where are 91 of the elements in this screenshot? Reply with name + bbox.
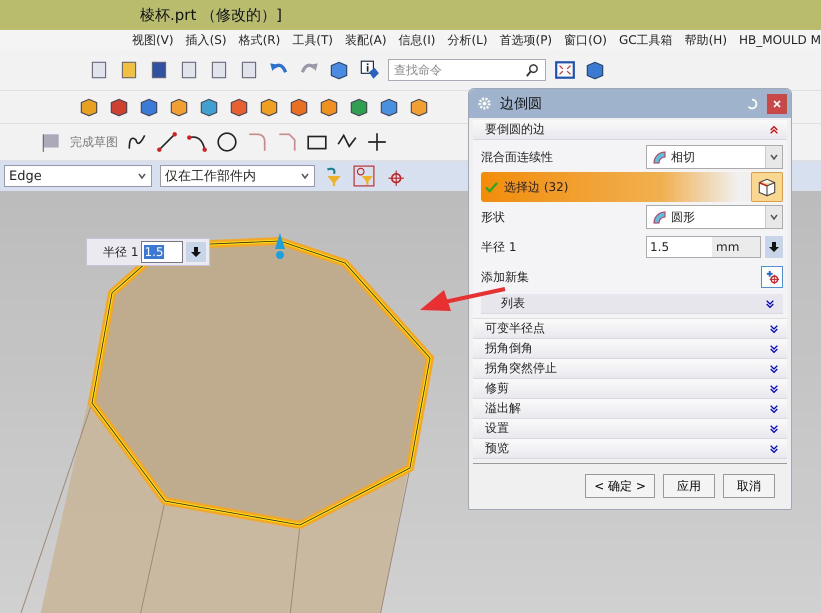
add-set-button[interactable] [761,266,783,288]
section-header[interactable]: 设置 [473,419,787,439]
cube-icon[interactable] [138,96,160,118]
cube-icon[interactable] [348,96,370,118]
caret-icon [137,171,147,181]
fit-view-icon[interactable] [554,59,576,81]
dropdown-button[interactable] [765,206,782,228]
cube-icon[interactable] [198,96,220,118]
chevron-icon [769,382,779,394]
section-header[interactable]: 可变半径点 [473,319,787,339]
cube-icon[interactable] [318,96,340,118]
menu-item[interactable]: 窗口(O) [564,32,607,48]
dropdown-button[interactable] [765,146,782,168]
cube-icon[interactable] [288,96,310,118]
radius-input[interactable]: 1.5 [141,241,184,263]
menu-item[interactable]: 插入(S) [186,32,227,48]
finish-sketch-button[interactable]: 完成草图 [70,134,118,150]
scope-dropdown[interactable]: 仅在工作部件内 [160,165,315,187]
chevron-icon [769,362,779,374]
caret-icon [769,212,779,222]
menu-item[interactable]: 视图(V) [132,32,174,48]
close-icon [772,98,782,108]
menu-item[interactable]: 信息(I) [398,32,436,48]
select-edge-row[interactable]: 选择边 (32) [481,172,783,202]
chevron-icon [769,342,779,354]
window-title: 棱杯.prt （修改的）] [140,6,282,24]
unit-label: mm [712,237,760,257]
field-label: 混合面连续性 [481,148,553,166]
cube-icon[interactable] [78,96,100,118]
section-header[interactable]: 溢出解 [473,399,787,419]
type-filter-dropdown[interactable]: Edge [4,165,152,187]
caret-icon [300,171,310,181]
circle-icon[interactable] [216,131,238,153]
chevron-icon [769,402,779,414]
cube-icon[interactable] [328,59,350,81]
radius-icon [651,209,667,225]
section-header[interactable]: 拐角突然停止 [473,359,787,379]
menu-item[interactable]: HB_MOULD M [739,33,821,47]
field-label: 形状 [481,208,505,226]
search-field[interactable]: 查找命令 [388,59,546,81]
line-icon[interactable] [156,131,178,153]
apply-button[interactable]: 应用 [663,474,715,498]
radius-field[interactable]: 1.5 mm [646,236,761,258]
crosshair-icon [764,270,780,284]
radius-label: 半径 1 [103,244,138,260]
section-header[interactable]: 拐角倒角 [473,339,787,359]
chevron-icon [765,298,775,310]
check-icon [485,180,498,194]
chevron-icon [769,124,779,136]
field-label: 添加新集 [481,268,529,286]
cancel-button[interactable]: 取消 [723,474,775,498]
cube-icon[interactable] [408,96,430,118]
info-icon[interactable] [358,59,380,81]
chevron-icon [769,422,779,434]
dialog-title: 边倒圆 [500,94,543,112]
down-arrow-icon [768,241,780,253]
cube-icon[interactable] [108,96,130,118]
cube-icon [756,176,778,198]
tangent-icon [651,149,667,165]
chevron-icon [769,442,779,454]
menu-item[interactable]: GC工具箱 [618,32,673,48]
section-header[interactable]: 预览 [473,439,787,459]
down-arrow-button[interactable] [765,236,783,258]
down-arrow-icon [190,246,202,258]
menu-item[interactable]: 工具(T) [292,32,333,48]
menu-item[interactable]: 装配(A) [344,32,387,48]
caret-icon [769,152,779,162]
menu-item[interactable]: 格式(R) [238,32,280,48]
menu-item[interactable]: 首选项(P) [500,32,552,48]
menu-item[interactable]: 帮助(H) [684,32,728,48]
cube-icon[interactable] [584,59,606,81]
section-header[interactable]: 修剪 [473,379,787,399]
menu-item[interactable]: 分析(L) [447,32,488,48]
shape-dropdown[interactable]: 圆形 [646,205,783,229]
down-arrow-button[interactable] [186,242,206,262]
search-icon [525,62,540,78]
close-button[interactable] [767,94,787,114]
edge-select-button[interactable] [751,172,783,202]
field-label: 半径 1 [481,238,516,256]
cube-icon[interactable] [378,96,400,118]
cube-icon[interactable] [228,96,250,118]
drag-handle-icon[interactable] [275,233,285,259]
ok-button[interactable]: < 确定 > [585,474,655,498]
filter-icon[interactable] [353,165,375,187]
chevron-icon [769,322,779,334]
list-section-header[interactable]: 列表 [481,294,783,314]
continuity-dropdown[interactable]: 相切 [646,145,783,169]
plus-icon[interactable] [366,131,388,153]
section-header[interactable]: 要倒圆的边 [473,120,787,140]
cube-icon[interactable] [258,96,280,118]
cube-icon[interactable] [168,96,190,118]
